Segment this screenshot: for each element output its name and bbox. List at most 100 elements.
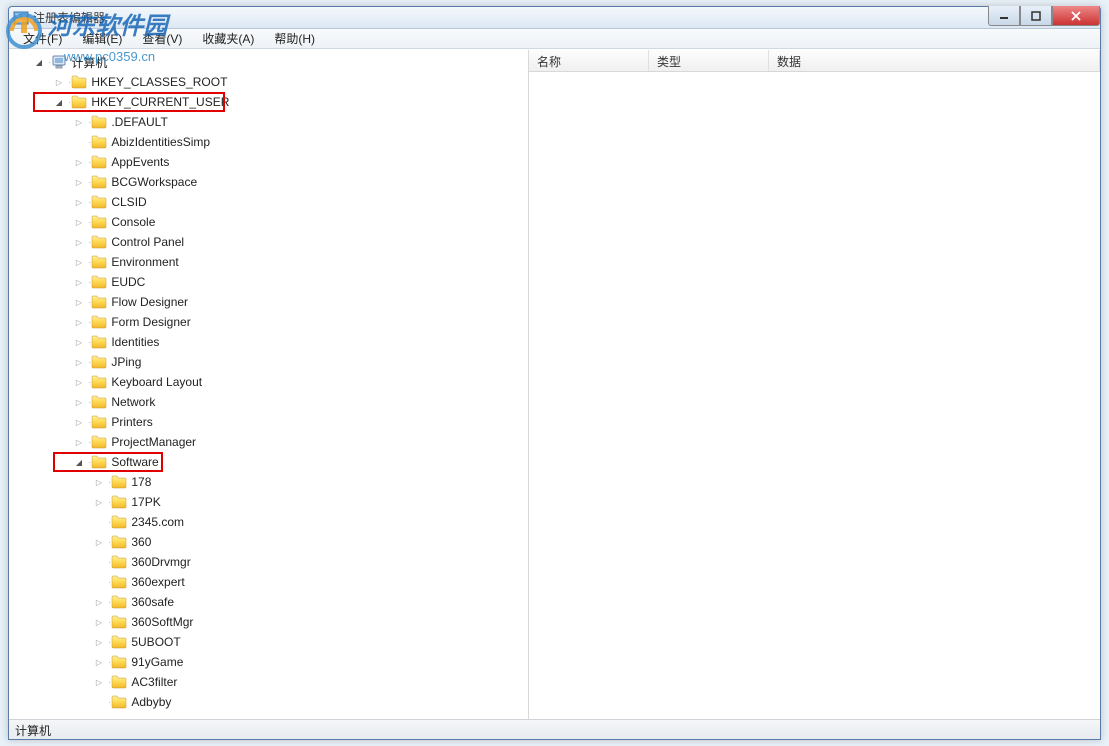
expander-icon[interactable] bbox=[73, 376, 85, 388]
tree-node-91ygame[interactable]: ·91yGame bbox=[9, 652, 528, 672]
tree-node-control-panel[interactable]: ·Control Panel bbox=[9, 232, 528, 252]
expander-icon[interactable] bbox=[73, 176, 85, 188]
node-label[interactable]: 178 bbox=[131, 475, 151, 489]
tree-node--[interactable]: ·计算机 bbox=[9, 52, 528, 72]
tree-node-360softmgr[interactable]: ·360SoftMgr bbox=[9, 612, 528, 632]
node-label[interactable]: Identities bbox=[111, 335, 159, 349]
tree-node-360safe[interactable]: ·360safe bbox=[9, 592, 528, 612]
expander-icon[interactable] bbox=[93, 676, 105, 688]
node-label[interactable]: AbizIdentitiesSimp bbox=[111, 135, 210, 149]
expander-icon[interactable] bbox=[93, 636, 105, 648]
tree-node-printers[interactable]: ·Printers bbox=[9, 412, 528, 432]
tree-node-eudc[interactable]: ·EUDC bbox=[9, 272, 528, 292]
node-label[interactable]: .DEFAULT bbox=[111, 115, 167, 129]
tree-node-keyboard-layout[interactable]: ·Keyboard Layout bbox=[9, 372, 528, 392]
tree-node-adbyby[interactable]: ·Adbyby bbox=[9, 692, 528, 712]
node-label[interactable]: Control Panel bbox=[111, 235, 184, 249]
node-label[interactable]: ProjectManager bbox=[111, 435, 196, 449]
expander-icon[interactable] bbox=[73, 436, 85, 448]
minimize-button[interactable] bbox=[988, 6, 1020, 26]
expander-icon[interactable] bbox=[73, 456, 85, 468]
node-label[interactable]: 2345.com bbox=[131, 515, 184, 529]
tree-node-network[interactable]: ·Network bbox=[9, 392, 528, 412]
titlebar[interactable]: 注册表编辑器 bbox=[9, 7, 1100, 29]
expander-icon[interactable] bbox=[53, 76, 65, 88]
node-label[interactable]: AppEvents bbox=[111, 155, 169, 169]
node-label[interactable]: 360Drvmgr bbox=[131, 555, 190, 569]
expander-icon[interactable] bbox=[73, 336, 85, 348]
expander-icon[interactable] bbox=[93, 656, 105, 668]
tree-node-flow-designer[interactable]: ·Flow Designer bbox=[9, 292, 528, 312]
node-label[interactable]: 5UBOOT bbox=[131, 635, 180, 649]
node-label[interactable]: HKEY_CLASSES_ROOT bbox=[91, 75, 227, 89]
tree-node-abizidentitiessimp[interactable]: ·AbizIdentitiesSimp bbox=[9, 132, 528, 152]
tree-node-ac3filter[interactable]: ·AC3filter bbox=[9, 672, 528, 692]
node-label[interactable]: HKEY_CURRENT_USER bbox=[91, 95, 229, 109]
expander-icon[interactable] bbox=[73, 316, 85, 328]
expander-icon[interactable] bbox=[33, 56, 45, 68]
tree-node-projectmanager[interactable]: ·ProjectManager bbox=[9, 432, 528, 452]
node-label[interactable]: EUDC bbox=[111, 275, 145, 289]
expander-icon[interactable] bbox=[73, 416, 85, 428]
column-data[interactable]: 数据 bbox=[769, 50, 1100, 71]
tree-node-hkey-current-user[interactable]: ·HKEY_CURRENT_USER bbox=[9, 92, 528, 112]
node-label[interactable]: 计算机 bbox=[71, 54, 107, 71]
node-label[interactable]: Environment bbox=[111, 255, 178, 269]
node-label[interactable]: 360expert bbox=[131, 575, 184, 589]
menu-help[interactable]: 帮助(H) bbox=[264, 28, 325, 49]
tree-node-jping[interactable]: ·JPing bbox=[9, 352, 528, 372]
node-label[interactable]: 360safe bbox=[131, 595, 174, 609]
expander-icon[interactable] bbox=[73, 396, 85, 408]
tree-node-178[interactable]: ·178 bbox=[9, 472, 528, 492]
tree-node-360[interactable]: ·360 bbox=[9, 532, 528, 552]
expander-icon[interactable] bbox=[93, 536, 105, 548]
expander-icon[interactable] bbox=[73, 236, 85, 248]
tree-node-bcgworkspace[interactable]: ·BCGWorkspace bbox=[9, 172, 528, 192]
close-button[interactable] bbox=[1052, 6, 1100, 26]
expander-icon[interactable] bbox=[53, 96, 65, 108]
node-label[interactable]: BCGWorkspace bbox=[111, 175, 197, 189]
node-label[interactable]: Software bbox=[111, 455, 158, 469]
tree-node-360drvmgr[interactable]: ·360Drvmgr bbox=[9, 552, 528, 572]
tree-node-2345-com[interactable]: ·2345.com bbox=[9, 512, 528, 532]
column-name[interactable]: 名称 bbox=[529, 50, 649, 71]
tree-node-environment[interactable]: ·Environment bbox=[9, 252, 528, 272]
node-label[interactable]: 17PK bbox=[131, 495, 160, 509]
node-label[interactable]: AC3filter bbox=[131, 675, 177, 689]
node-label[interactable]: Adbyby bbox=[131, 695, 171, 709]
node-label[interactable]: Network bbox=[111, 395, 155, 409]
tree-node-console[interactable]: ·Console bbox=[9, 212, 528, 232]
expander-icon[interactable] bbox=[73, 156, 85, 168]
node-label[interactable]: CLSID bbox=[111, 195, 146, 209]
menu-favorites[interactable]: 收藏夹(A) bbox=[192, 28, 264, 49]
menu-view[interactable]: 查看(V) bbox=[132, 28, 192, 49]
expander-icon[interactable] bbox=[73, 116, 85, 128]
tree-node-17pk[interactable]: ·17PK bbox=[9, 492, 528, 512]
tree-pane[interactable]: ·计算机·HKEY_CLASSES_ROOT·HKEY_CURRENT_USER… bbox=[9, 50, 529, 719]
tree-node-hkey-classes-root[interactable]: ·HKEY_CLASSES_ROOT bbox=[9, 72, 528, 92]
tree-node-identities[interactable]: ·Identities bbox=[9, 332, 528, 352]
tree-node-360expert[interactable]: ·360expert bbox=[9, 572, 528, 592]
node-label[interactable]: Keyboard Layout bbox=[111, 375, 202, 389]
node-label[interactable]: 360SoftMgr bbox=[131, 615, 193, 629]
tree-node-clsid[interactable]: ·CLSID bbox=[9, 192, 528, 212]
expander-icon[interactable] bbox=[93, 596, 105, 608]
tree-node-software[interactable]: ·Software bbox=[9, 452, 528, 472]
node-label[interactable]: JPing bbox=[111, 355, 141, 369]
tree-node-5uboot[interactable]: ·5UBOOT bbox=[9, 632, 528, 652]
menu-file[interactable]: 文件(F) bbox=[13, 28, 72, 49]
expander-icon[interactable] bbox=[73, 256, 85, 268]
maximize-button[interactable] bbox=[1020, 6, 1052, 26]
expander-icon[interactable] bbox=[93, 616, 105, 628]
node-label[interactable]: Flow Designer bbox=[111, 295, 188, 309]
expander-icon[interactable] bbox=[73, 356, 85, 368]
expander-icon[interactable] bbox=[93, 476, 105, 488]
tree-node--default[interactable]: ·.DEFAULT bbox=[9, 112, 528, 132]
tree-node-appevents[interactable]: ·AppEvents bbox=[9, 152, 528, 172]
expander-icon[interactable] bbox=[73, 196, 85, 208]
node-label[interactable]: Console bbox=[111, 215, 155, 229]
menu-edit[interactable]: 编辑(E) bbox=[72, 28, 132, 49]
tree-node-form-designer[interactable]: ·Form Designer bbox=[9, 312, 528, 332]
expander-icon[interactable] bbox=[73, 296, 85, 308]
expander-icon[interactable] bbox=[73, 216, 85, 228]
